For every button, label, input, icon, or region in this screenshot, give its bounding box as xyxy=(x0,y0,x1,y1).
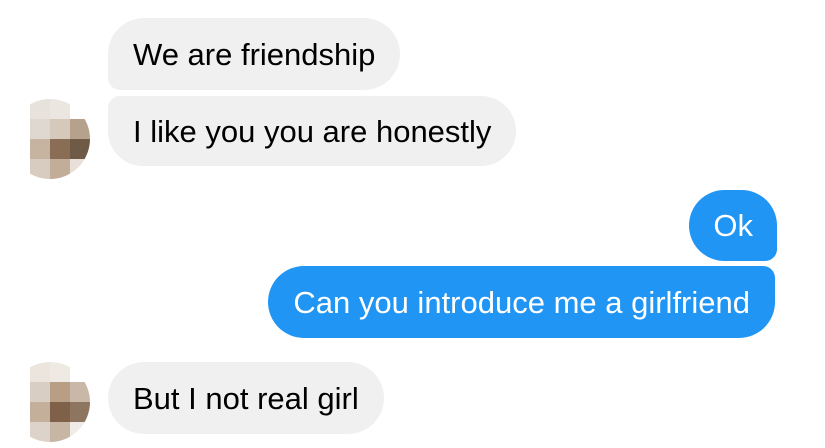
avatar-pixel xyxy=(70,382,90,402)
avatar-pixel xyxy=(70,422,90,442)
avatar-pixel xyxy=(50,422,70,442)
contact-avatar[interactable] xyxy=(10,362,90,442)
avatar-pixel xyxy=(10,422,30,442)
avatar-pixel xyxy=(10,119,30,139)
avatar-pixel xyxy=(50,362,70,382)
avatar-pixel xyxy=(30,422,50,442)
avatar-pixel xyxy=(70,119,90,139)
message-text: We are friendship xyxy=(133,36,376,72)
avatar-pixel xyxy=(30,159,50,179)
message-text: Can you introduce me a girlfriend xyxy=(293,284,750,320)
message-text: I like you you are honestly xyxy=(133,113,492,149)
avatar-pixel xyxy=(30,362,50,382)
avatar-pixel xyxy=(10,382,30,402)
message-bubble-outgoing[interactable]: Can you introduce me a girlfriend xyxy=(268,266,775,338)
message-bubble-incoming[interactable]: But I not real girl xyxy=(108,362,384,434)
message-bubble-incoming[interactable]: We are friendship xyxy=(108,18,401,90)
avatar-pixel xyxy=(70,159,90,179)
avatar-pixel xyxy=(10,139,30,159)
avatar-pixel xyxy=(50,402,70,422)
avatar-pixel xyxy=(50,139,70,159)
avatar-pixel xyxy=(10,159,30,179)
avatar-pixel xyxy=(50,159,70,179)
contact-avatar[interactable] xyxy=(10,99,90,179)
message-bubble-outgoing[interactable]: Ok xyxy=(689,190,777,261)
message-text: But I not real girl xyxy=(133,380,359,416)
avatar-pixel xyxy=(10,402,30,422)
chat-thread: We are friendship I like you you are hon… xyxy=(0,0,825,448)
avatar-pixel xyxy=(10,362,30,382)
avatar-pixel xyxy=(30,402,50,422)
avatar-pixel xyxy=(70,362,90,382)
avatar-pixel xyxy=(70,99,90,119)
avatar-pixel xyxy=(50,99,70,119)
avatar-pixel xyxy=(30,119,50,139)
avatar-pixel xyxy=(30,382,50,402)
message-text: Ok xyxy=(713,208,753,243)
avatar-pixel xyxy=(70,139,90,159)
avatar-pixel xyxy=(50,382,70,402)
message-bubble-incoming[interactable]: I like you you are honestly xyxy=(108,96,517,166)
avatar-pixel xyxy=(70,402,90,422)
avatar-pixel xyxy=(30,139,50,159)
avatar-pixel xyxy=(30,99,50,119)
avatar-pixel xyxy=(10,99,30,119)
avatar-pixel xyxy=(50,119,70,139)
